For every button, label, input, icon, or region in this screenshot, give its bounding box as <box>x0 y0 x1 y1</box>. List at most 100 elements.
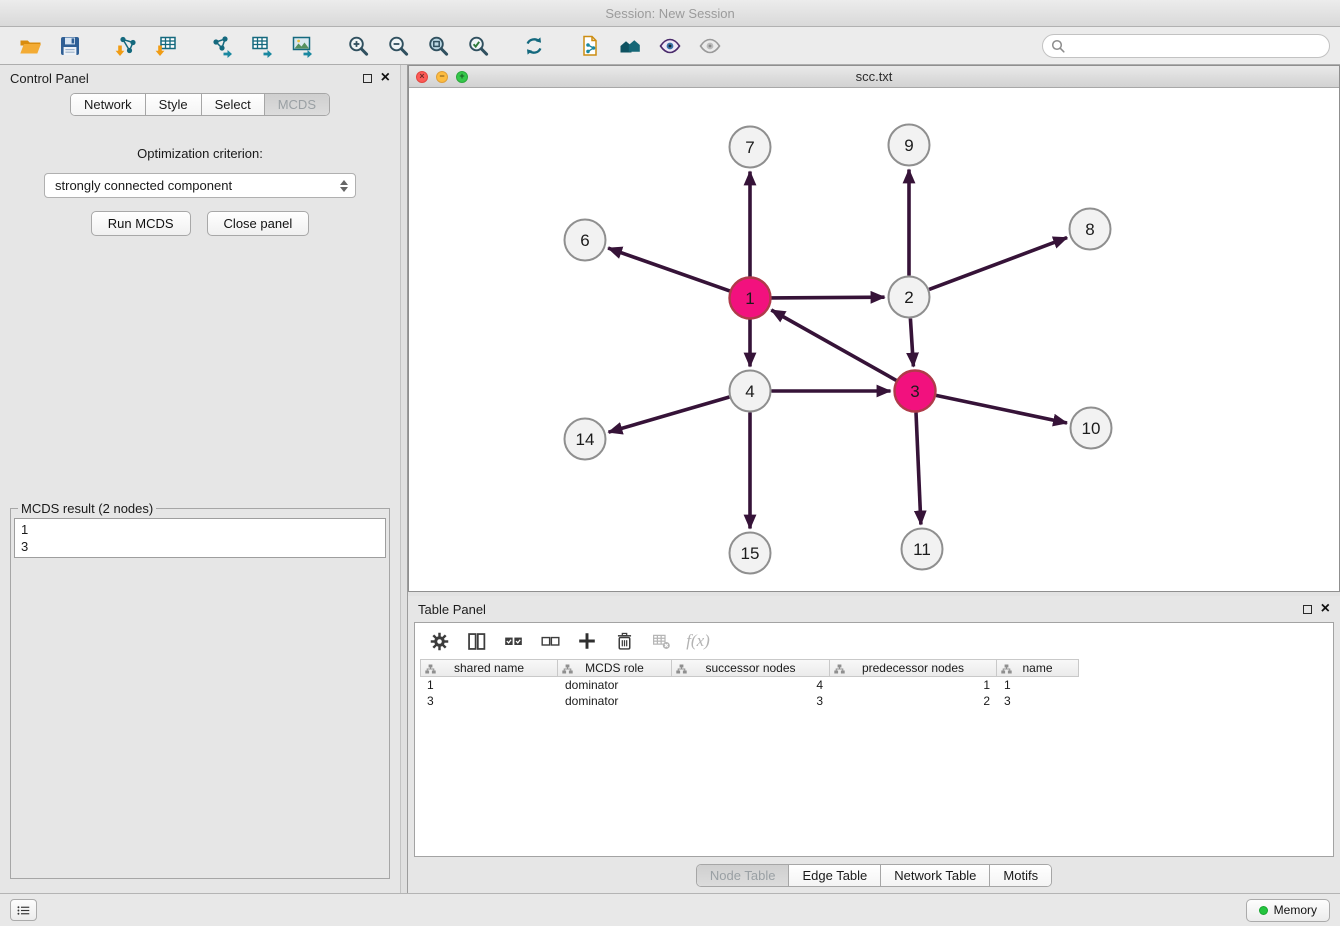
node-2[interactable]: 2 <box>889 277 930 318</box>
show-columns-button[interactable] <box>461 627 491 655</box>
table-cell: 2 <box>830 693 997 709</box>
mcds-result-list[interactable]: 1 3 <box>14 518 386 558</box>
node-11[interactable]: 11 <box>902 529 943 570</box>
export-table-button[interactable] <box>242 30 282 62</box>
sort-icon <box>676 663 687 677</box>
node-9[interactable]: 9 <box>889 125 930 166</box>
node-table-body: 1dominator4113dominator323 <box>415 677 1333 709</box>
table-cell: 3 <box>672 693 830 709</box>
node-15[interactable]: 15 <box>730 533 771 574</box>
node-8[interactable]: 8 <box>1070 209 1111 250</box>
gear-icon <box>429 631 450 652</box>
task-history-button[interactable] <box>10 899 37 921</box>
node-4[interactable]: 4 <box>730 371 771 412</box>
node-14[interactable]: 14 <box>565 419 606 460</box>
memory-button[interactable]: Memory <box>1246 899 1330 922</box>
float-table-panel-icon[interactable] <box>1303 605 1312 614</box>
optimization-criterion-label: Optimization criterion: <box>137 146 263 161</box>
edge-2-8[interactable] <box>929 238 1067 290</box>
delete-column-button[interactable] <box>609 627 639 655</box>
edge-4-14[interactable] <box>609 397 730 432</box>
table-cell: 4 <box>672 677 830 693</box>
svg-text:6: 6 <box>580 231 589 250</box>
node-10[interactable]: 10 <box>1071 408 1112 449</box>
plus-icon <box>576 630 598 652</box>
column-header-name[interactable]: name <box>997 659 1079 677</box>
minimize-window-button[interactable]: − <box>436 71 448 83</box>
panel-splitter[interactable] <box>400 65 408 893</box>
show-graphics-details-button[interactable] <box>690 30 730 62</box>
tab-network[interactable]: Network <box>71 94 146 115</box>
node-3[interactable]: 3 <box>895 371 936 412</box>
run-mcds-button[interactable]: Run MCDS <box>91 211 191 236</box>
show-hide-graphics-button[interactable] <box>650 30 690 62</box>
edge-3-10[interactable] <box>936 395 1067 423</box>
table-tab-edge-table[interactable]: Edge Table <box>789 865 881 886</box>
import-network-button[interactable] <box>106 30 146 62</box>
import-table-button[interactable] <box>146 30 186 62</box>
tab-select[interactable]: Select <box>202 94 265 115</box>
deselect-all-button[interactable] <box>535 627 565 655</box>
edge-2-3[interactable] <box>910 319 913 367</box>
close-table-panel-icon[interactable]: × <box>1321 604 1330 614</box>
refresh-icon <box>522 34 546 58</box>
column-header-predecessor-nodes[interactable]: predecessor nodes <box>830 659 997 677</box>
zoom-out-button[interactable] <box>378 30 418 62</box>
column-header-MCDS-role[interactable]: MCDS role <box>558 659 672 677</box>
close-window-button[interactable]: × <box>416 71 428 83</box>
column-header-successor-nodes[interactable]: successor nodes <box>672 659 830 677</box>
table-tab-network-table[interactable]: Network Table <box>881 865 990 886</box>
home-networks-button[interactable] <box>610 30 650 62</box>
close-panel-button[interactable]: Close panel <box>207 211 310 236</box>
table-tab-motifs[interactable]: Motifs <box>990 865 1051 886</box>
edge-1-6[interactable] <box>608 248 730 291</box>
svg-text:2: 2 <box>904 288 913 307</box>
edge-3-11[interactable] <box>916 413 921 525</box>
refresh-view-button[interactable] <box>514 30 554 62</box>
control-panel: Control Panel × NetworkStyleSelectMCDS O… <box>0 65 400 893</box>
column-header-shared-name[interactable]: shared name <box>420 659 558 677</box>
main-toolbar <box>0 27 1340 65</box>
edge-3-1[interactable] <box>771 310 896 380</box>
delete-table-icon <box>651 631 672 652</box>
zoom-in-button[interactable] <box>338 30 378 62</box>
save-session-button[interactable] <box>50 30 90 62</box>
export-network-button[interactable] <box>202 30 242 62</box>
tab-style[interactable]: Style <box>146 94 202 115</box>
fx-label: f(x) <box>686 631 710 651</box>
delete-table-button[interactable] <box>646 627 676 655</box>
network-canvas[interactable]: 7 9 6 8 1 2 4 3 14 10 15 11 <box>409 88 1339 591</box>
export-document-button[interactable] <box>570 30 610 62</box>
memory-label: Memory <box>1274 903 1317 917</box>
table-cell: 3 <box>997 693 1079 709</box>
zoom-fit-button[interactable] <box>418 30 458 62</box>
apply-function-button[interactable]: f(x) <box>683 627 713 655</box>
zoom-selected-button[interactable] <box>458 30 498 62</box>
node-7[interactable]: 7 <box>730 127 771 168</box>
node-1[interactable]: 1 <box>730 278 771 319</box>
open-file-button[interactable] <box>10 30 50 62</box>
criterion-dropdown[interactable]: strongly connected component <box>44 173 356 198</box>
network-window-title: scc.txt <box>409 69 1339 84</box>
window-titlebar[interactable]: Session: New Session <box>0 0 1340 27</box>
table-mode-button[interactable] <box>424 627 454 655</box>
zoom-window-button[interactable]: + <box>456 71 468 83</box>
edge-1-2[interactable] <box>772 297 885 298</box>
select-all-button[interactable] <box>498 627 528 655</box>
table-row[interactable]: 1dominator411 <box>420 677 1333 693</box>
network-window-titlebar[interactable]: × − + scc.txt <box>409 66 1339 88</box>
application-window: Session: New Session <box>0 0 1340 926</box>
node-6[interactable]: 6 <box>565 220 606 261</box>
home-icon <box>617 34 643 58</box>
export-image-button[interactable] <box>282 30 322 62</box>
table-tab-node-table[interactable]: Node Table <box>697 865 790 886</box>
svg-text:10: 10 <box>1082 419 1101 438</box>
table-row[interactable]: 3dominator323 <box>420 693 1333 709</box>
float-panel-icon[interactable] <box>363 74 372 83</box>
tab-mcds[interactable]: MCDS <box>265 94 329 115</box>
zoom-in-icon <box>346 34 370 58</box>
search-input[interactable] <box>1070 37 1321 54</box>
search-box[interactable] <box>1042 34 1330 58</box>
add-column-button[interactable] <box>572 627 602 655</box>
close-panel-icon[interactable]: × <box>381 73 390 83</box>
